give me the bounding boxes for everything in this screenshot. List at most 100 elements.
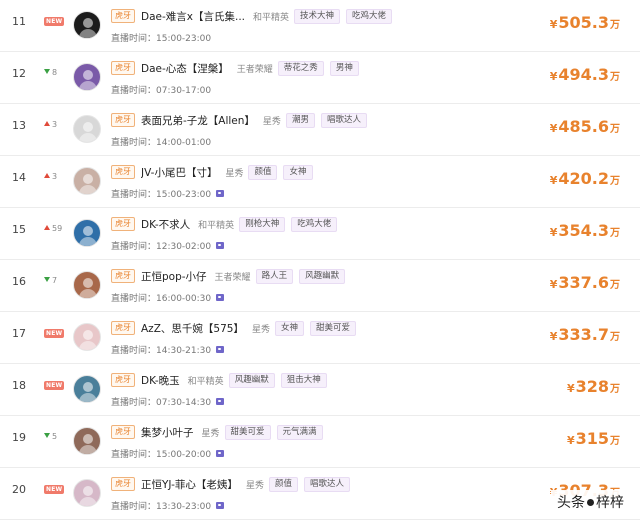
revenue-amount: ¥505.3万 xyxy=(550,13,620,32)
ranking-row[interactable]: 14 3 虎牙 JV-小尾巴【寸】 星秀 颜值 女神 直播时间：15:00-23:… xyxy=(0,156,640,208)
revenue-amount: ¥337.6万 xyxy=(550,273,620,292)
tag-button[interactable]: 技术大神 xyxy=(294,8,341,24)
new-badge: NEW xyxy=(44,485,65,494)
tag-button[interactable]: 蒂花之秀 xyxy=(277,60,324,76)
amount-value: 494.3 xyxy=(558,65,609,84)
ranking-row[interactable]: 13 3 虎牙 表面兄弟-子龙【Allen】 星秀 潮男 唱歌达人 直播时间：14… xyxy=(0,104,640,156)
currency-symbol: ¥ xyxy=(549,70,558,83)
rank-number: 15 xyxy=(12,223,26,236)
category-label: 王者荣耀 xyxy=(214,272,251,283)
tag-button[interactable]: 颜值 xyxy=(248,164,278,180)
tag-button[interactable]: 路人王 xyxy=(255,268,294,284)
ranking-row[interactable]: 17 NEW 虎牙 AzZ、思千婉【575】 星秀 女神 甜美可爱 直播时间：14… xyxy=(0,312,640,364)
rank-change: 3 xyxy=(44,172,57,181)
tag-button[interactable]: 唱歌达人 xyxy=(320,112,367,128)
currency-symbol: ¥ xyxy=(549,278,558,291)
rank-down-icon xyxy=(44,277,50,282)
avatar[interactable] xyxy=(73,167,101,195)
streamer-info: 虎牙 正恒pop-小仔 王者荣耀 路人王 风趣幽默 xyxy=(111,268,351,284)
rank-change-value: 7 xyxy=(52,276,58,285)
rank-number: 14 xyxy=(12,171,26,184)
rank-change: NEW xyxy=(44,328,65,338)
tag-button[interactable]: 女神 xyxy=(283,164,313,180)
amount-unit: 万 xyxy=(610,436,620,447)
tag-button[interactable]: 元气满满 xyxy=(276,424,323,440)
streamer-name-link[interactable]: JV-小尾巴【寸】 xyxy=(141,165,217,180)
streamer-info: 虎牙 正恒YJ-菲心【老姨】 星秀 颜值 唱歌达人 xyxy=(111,476,356,492)
avatar[interactable] xyxy=(73,63,101,91)
ranking-row[interactable]: 12 8 虎牙 Dae-心态【涅槃】 王者荣耀 蒂花之秀 男神 直播时间：07:3… xyxy=(0,52,640,104)
rank-number: 20 xyxy=(12,483,26,496)
ranking-row[interactable]: 19 5 虎牙 集梦小叶子 星秀 甜美可爱 元气满满 直播时间：15:00-20:… xyxy=(0,416,640,468)
ranking-row[interactable]: 11 NEW 虎牙 Dae-难言x【言氏集... 和平精英 技术大神 吃鸡大佬 直… xyxy=(0,0,640,52)
tag-button[interactable]: 甜美可爱 xyxy=(224,424,271,440)
streamer-name-link[interactable]: Dae-难言x【言氏集... xyxy=(141,9,245,24)
live-time-text: 直播时间：12:30-02:00 xyxy=(111,242,212,252)
video-icon[interactable] xyxy=(216,294,225,301)
tag-button[interactable]: 吃鸡大佬 xyxy=(346,8,393,24)
video-icon[interactable] xyxy=(216,190,225,197)
streamer-name-link[interactable]: DK-不求人 xyxy=(141,217,190,232)
live-time: 直播时间：14:30-21:30 xyxy=(111,343,225,356)
avatar[interactable] xyxy=(73,323,101,351)
category-label: 星秀 xyxy=(201,428,220,439)
tag-button[interactable]: 女神 xyxy=(274,320,304,336)
video-icon[interactable] xyxy=(216,502,225,509)
streamer-name-link[interactable]: Dae-心态【涅槃】 xyxy=(141,61,229,76)
avatar[interactable] xyxy=(73,271,101,299)
avatar[interactable] xyxy=(73,427,101,455)
tag-button[interactable]: 男神 xyxy=(329,60,359,76)
revenue-amount: ¥420.2万 xyxy=(550,169,620,188)
tag-button[interactable]: 刚枪大神 xyxy=(239,216,286,232)
platform-badge: 虎牙 xyxy=(111,269,135,283)
streamer-name-link[interactable]: DK-晚玉 xyxy=(141,373,180,388)
ranking-row[interactable]: 20 NEW 虎牙 正恒YJ-菲心【老姨】 星秀 颜值 唱歌达人 直播时间：13:… xyxy=(0,468,640,520)
watermark-handle: 梓梓 xyxy=(596,495,624,511)
rank-down-icon xyxy=(44,69,50,74)
ranking-row[interactable]: 16 7 虎牙 正恒pop-小仔 王者荣耀 路人王 风趣幽默 直播时间：16:00… xyxy=(0,260,640,312)
avatar[interactable] xyxy=(73,479,101,507)
streamer-name-link[interactable]: 正恒YJ-菲心【老姨】 xyxy=(141,477,238,492)
avatar[interactable] xyxy=(73,375,101,403)
platform-badge: 虎牙 xyxy=(111,321,135,335)
avatar[interactable] xyxy=(73,11,101,39)
tag-button[interactable]: 唱歌达人 xyxy=(303,476,350,492)
tag-button[interactable]: 风趣幽默 xyxy=(228,372,275,388)
streamer-name-link[interactable]: 集梦小叶子 xyxy=(141,425,194,440)
rank-change: 7 xyxy=(44,276,57,285)
amount-unit: 万 xyxy=(610,280,620,291)
live-time-text: 直播时间：14:30-21:30 xyxy=(111,346,212,356)
amount-unit: 万 xyxy=(610,20,620,31)
amount-unit: 万 xyxy=(610,332,620,343)
live-time-text: 直播时间：14:00-01:00 xyxy=(111,138,212,148)
streamer-info: 虎牙 DK-晚玉 和平精英 风趣幽默 狙击大神 xyxy=(111,372,333,388)
streamer-name-link[interactable]: 正恒pop-小仔 xyxy=(141,269,207,284)
amount-unit: 万 xyxy=(610,228,620,239)
rank-number: 18 xyxy=(12,379,26,392)
tag-button[interactable]: 颜值 xyxy=(268,476,298,492)
avatar[interactable] xyxy=(73,219,101,247)
video-icon[interactable] xyxy=(216,346,225,353)
ranking-row[interactable]: 15 59 虎牙 DK-不求人 和平精英 刚枪大神 吃鸡大佬 直播时间：12:30… xyxy=(0,208,640,260)
tag-button[interactable]: 潮男 xyxy=(285,112,315,128)
ranking-row[interactable]: 18 NEW 虎牙 DK-晚玉 和平精英 风趣幽默 狙击大神 直播时间：07:30… xyxy=(0,364,640,416)
streamer-info: 虎牙 AzZ、思千婉【575】 星秀 女神 甜美可爱 xyxy=(111,320,362,336)
live-time: 直播时间：15:00-23:00 xyxy=(111,31,211,44)
amount-value: 485.6 xyxy=(558,117,609,136)
tag-button[interactable]: 甜美可爱 xyxy=(309,320,356,336)
streamer-name-link[interactable]: AzZ、思千婉【575】 xyxy=(141,321,244,336)
streamer-name-link[interactable]: 表面兄弟-子龙【Allen】 xyxy=(141,113,255,128)
tag-button[interactable]: 吃鸡大佬 xyxy=(291,216,338,232)
platform-badge: 虎牙 xyxy=(111,373,135,387)
video-icon[interactable] xyxy=(216,398,225,405)
rank-number: 12 xyxy=(12,67,26,80)
avatar[interactable] xyxy=(73,115,101,143)
tag-button[interactable]: 风趣幽默 xyxy=(299,268,346,284)
rank-change-value: 5 xyxy=(52,432,58,441)
video-icon[interactable] xyxy=(216,242,225,249)
video-icon[interactable] xyxy=(216,450,225,457)
rank-up-icon xyxy=(44,121,50,126)
new-badge: NEW xyxy=(44,17,65,26)
tag-button[interactable]: 狙击大神 xyxy=(280,372,327,388)
rank-change: 8 xyxy=(44,68,57,77)
